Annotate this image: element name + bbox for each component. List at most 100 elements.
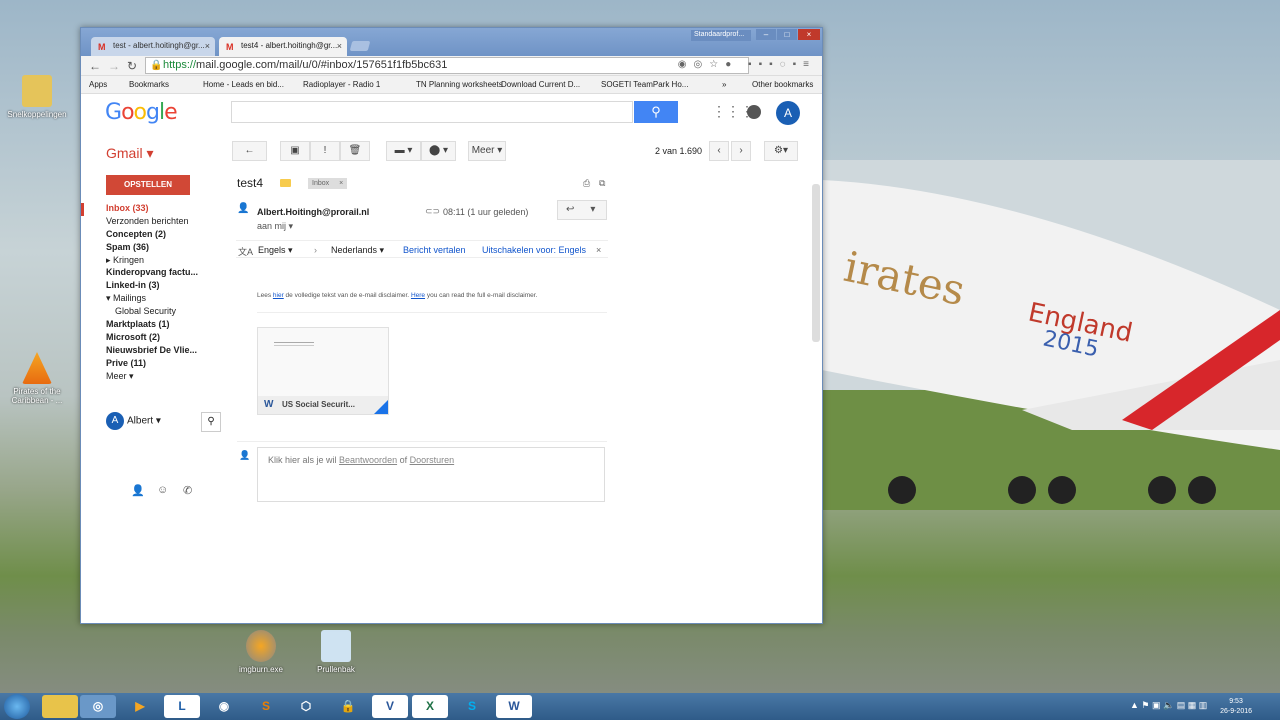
reload-icon[interactable]: ↻ <box>127 59 137 73</box>
label-linkedin[interactable]: Linked-in (3) <box>81 280 221 293</box>
label-circles[interactable]: ▸ Kringen <box>81 255 221 268</box>
label-global-security[interactable]: Global Security <box>81 306 221 319</box>
address-bar[interactable]: 🔒 https://mail.google.com/mail/u/0/#inbo… <box>145 57 749 74</box>
quick-reply-box[interactable]: Klik hier als je wil Beantwoorden of Doo… <box>257 447 605 502</box>
bookmark-apps[interactable]: Apps <box>89 80 107 89</box>
archive-button[interactable]: ▣ <box>280 141 310 161</box>
bookmark-other[interactable]: Other bookmarks <box>752 80 813 89</box>
attachment-clip-icon: ⊂⊃ <box>425 206 441 216</box>
label-prive[interactable]: Prive (11) <box>81 358 221 371</box>
desktop-icon-snelkoppelingen[interactable]: Snelkoppelingen <box>2 75 72 119</box>
label-inbox[interactable]: Inbox (33) <box>81 203 221 216</box>
close-icon[interactable]: × <box>337 41 342 51</box>
bookmark-tn-planning[interactable]: TN Planning worksheets <box>416 80 503 89</box>
new-window-icon[interactable]: ⧉ <box>599 178 605 189</box>
label-marktplaats[interactable]: Marktplaats (1) <box>81 319 221 332</box>
important-marker-icon[interactable] <box>280 179 291 187</box>
label-spam[interactable]: Spam (36) <box>81 242 221 255</box>
taskbar-word-icon[interactable]: W <box>496 695 532 718</box>
close-translate-icon[interactable]: × <box>596 245 601 255</box>
more-button[interactable]: Meer ▾ <box>468 141 506 161</box>
reply-button[interactable]: ↩ ▾ <box>557 200 607 220</box>
new-tab-button[interactable] <box>349 41 371 51</box>
settings-gear-icon[interactable]: ⚙▾ <box>764 141 798 161</box>
recipient-details[interactable]: aan mij ▾ <box>257 221 293 232</box>
taskbar-app-icon[interactable]: ◉ <box>206 695 242 718</box>
label-mailings[interactable]: ▾ Mailings <box>81 293 221 306</box>
tab-test4[interactable]: M test4 - albert.hoitingh@gr... × <box>219 37 347 56</box>
bookmark-home-leads[interactable]: Home - Leads en bid... <box>203 80 284 89</box>
translate-message-link[interactable]: Bericht vertalen <box>403 245 466 255</box>
disclaimer-link-en[interactable]: Here <box>411 292 425 299</box>
taskbar-clock[interactable]: 9:53 26-9-2016 <box>1220 697 1252 717</box>
remove-label-icon[interactable]: × <box>339 180 343 187</box>
back-icon[interactable]: ← <box>89 59 101 73</box>
bookmark-download[interactable]: Download Current D... <box>501 80 580 89</box>
taskbar-excel-icon[interactable]: X <box>412 695 448 718</box>
tray-icons[interactable]: ▲ ⚑ ▣ 🔈 ▤ ▦ ▥ <box>1130 700 1207 711</box>
chat-search-icon[interactable]: ⚲ <box>201 412 221 432</box>
desktop-icon-imgburn[interactable]: imgburn.exe <box>226 630 296 674</box>
report-spam-button[interactable]: ! <box>310 141 340 161</box>
source-language-select[interactable]: Engels ▾ <box>258 245 293 256</box>
gmail-app-switcher[interactable]: Gmail ▾ <box>106 145 153 162</box>
hangouts-icon[interactable]: ☺ <box>157 484 168 496</box>
taskbar-skype-icon[interactable]: S <box>454 695 490 718</box>
newer-button[interactable]: ‹ <box>709 141 729 161</box>
bookmark-bookmarks[interactable]: Bookmarks <box>129 80 169 89</box>
minimize-button[interactable]: – <box>756 29 776 40</box>
forward-link[interactable]: Doorsturen <box>410 455 455 465</box>
labels-button[interactable]: ⬤ ▾ <box>421 141 456 161</box>
phone-icon[interactable]: ✆ <box>183 484 192 497</box>
label-kinderopvang[interactable]: Kinderopvang factu... <box>81 267 221 280</box>
contacts-person-icon[interactable]: 👤 <box>131 484 145 497</box>
bookmark-radioplayer[interactable]: Radioplayer - Radio 1 <box>303 80 380 89</box>
label-drafts[interactable]: Concepten (2) <box>81 229 221 242</box>
google-logo[interactable]: Google <box>105 100 178 125</box>
close-window-button[interactable]: × <box>798 29 820 40</box>
taskbar-explorer-icon[interactable] <box>42 695 78 718</box>
delete-button[interactable]: 🗑 <box>340 141 370 161</box>
label-more[interactable]: Meer ▾ <box>81 371 221 384</box>
bookmarks-overflow[interactable]: » <box>722 80 726 89</box>
desktop-icon-recycle-bin[interactable]: Prullenbak <box>301 630 371 674</box>
back-to-inbox-button[interactable]: ← <box>232 141 267 161</box>
profile-button[interactable]: Standaardprof... <box>691 30 751 41</box>
close-icon[interactable]: × <box>205 41 210 51</box>
desktop-icon-vlc[interactable]: Pirates of the Caribbean - ... <box>2 352 72 405</box>
more-actions-icon[interactable]: ▾ <box>590 204 595 215</box>
notifications-icon[interactable] <box>747 105 761 119</box>
older-button[interactable]: › <box>731 141 751 161</box>
disclaimer-link-nl[interactable]: hier <box>273 292 284 299</box>
inbox-label-tag[interactable]: Inbox × <box>308 178 348 189</box>
attachment-card[interactable]: W US Social Securit... <box>257 327 389 415</box>
maximize-button[interactable]: □ <box>777 29 797 40</box>
taskbar-cube-icon[interactable]: ⬡ <box>288 695 324 718</box>
extension-icons[interactable]: ◉◎☆● ▪▪▪◌▪≡ <box>678 59 816 70</box>
reply-link[interactable]: Beantwoorden <box>339 455 397 465</box>
disable-translate-link[interactable]: Uitschakelen voor: Engels <box>482 245 586 255</box>
bookmark-sogeti[interactable]: SOGETI TeamPark Ho... <box>601 80 688 89</box>
account-avatar[interactable]: A <box>776 101 800 125</box>
taskbar-visio-icon[interactable]: V <box>372 695 408 718</box>
move-to-button[interactable]: ▬ ▾ <box>386 141 421 161</box>
sender-name[interactable]: Albert.Hoitingh@prorail.nl <box>257 207 369 217</box>
compose-button[interactable]: OPSTELLEN <box>106 175 190 195</box>
taskbar-chrome-icon[interactable]: ◎ <box>80 695 116 718</box>
taskbar-keepass-icon[interactable]: 🔒 <box>330 695 366 718</box>
label-nieuwsbrief[interactable]: Nieuwsbrief De Vlie... <box>81 345 221 358</box>
search-button[interactable]: ⚲ <box>634 101 678 123</box>
taskbar-lync-icon[interactable]: L <box>164 695 200 718</box>
target-language-select[interactable]: Nederlands ▾ <box>331 245 384 256</box>
taskbar-s-icon[interactable]: S <box>248 695 284 718</box>
tab-test[interactable]: M test - albert.hoitingh@gr... × <box>91 37 215 56</box>
chat-user-menu[interactable]: A Albert ▾ <box>106 412 161 430</box>
search-input[interactable] <box>231 101 633 123</box>
forward-icon[interactable]: → <box>108 59 120 73</box>
scrollbar[interactable] <box>812 184 820 342</box>
print-icon[interactable]: ⎙ <box>583 178 590 189</box>
label-sent[interactable]: Verzonden berichten <box>81 216 221 229</box>
label-microsoft[interactable]: Microsoft (2) <box>81 332 221 345</box>
taskbar-media-icon[interactable]: ▶ <box>122 695 158 718</box>
start-button[interactable] <box>4 694 30 719</box>
